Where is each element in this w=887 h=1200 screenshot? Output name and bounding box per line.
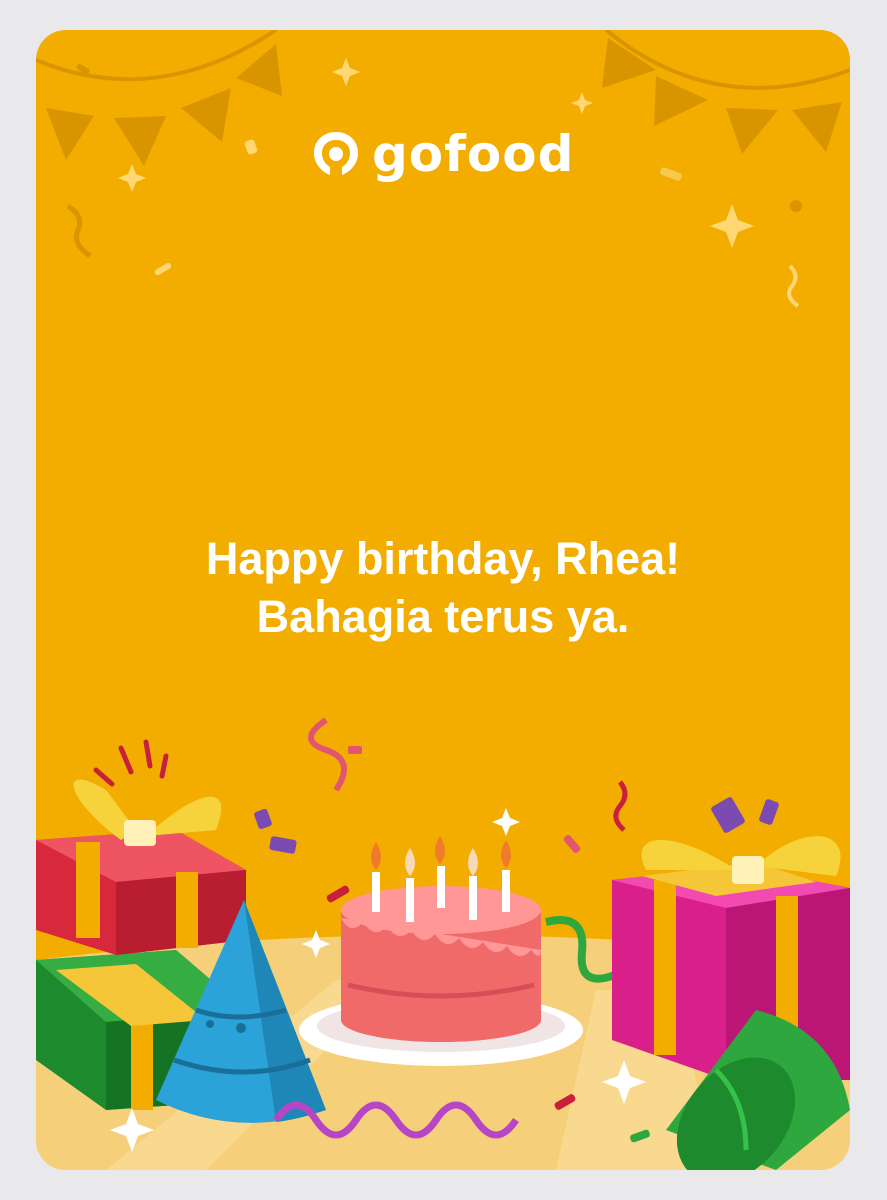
greeting-line-2: Bahagia terus ya. xyxy=(256,591,630,642)
birthday-cake xyxy=(299,836,583,1066)
gift-right xyxy=(612,780,850,1080)
bunting-left xyxy=(36,30,282,166)
bunting-right xyxy=(602,30,850,154)
gofood-logo-icon xyxy=(314,132,358,175)
gofood-logo-text: gofood xyxy=(372,125,575,183)
birthday-card: gofood Happy birthday, Rhea! Bahagia ter… xyxy=(36,30,850,1170)
birthday-message: Happy birthday, Rhea! Bahagia terus ya. xyxy=(36,530,850,646)
greeting-line-1: Happy birthday, Rhea! xyxy=(205,533,681,584)
gofood-logo: gofood xyxy=(310,128,574,180)
confetti-left xyxy=(254,717,520,903)
